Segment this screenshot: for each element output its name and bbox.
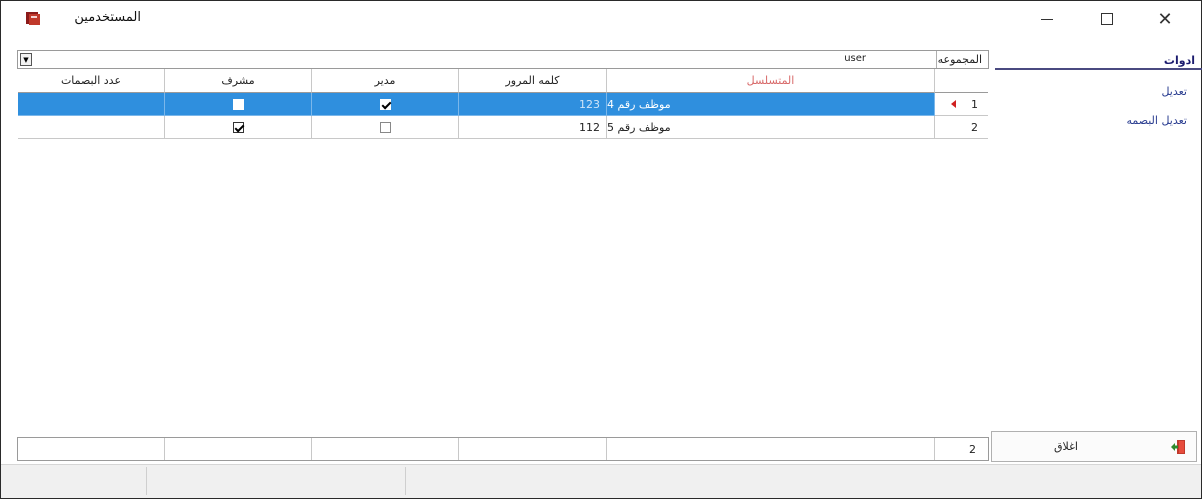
tools-tab-label: ادوات [1163, 54, 1195, 67]
maximize-icon [1101, 13, 1113, 25]
footer-cell [607, 438, 935, 460]
header-password[interactable]: كلمه المرور [459, 69, 607, 93]
grid-header-row: عدد البصمات مشرف مدير كلمه المرور المتسل… [18, 69, 988, 93]
footer-cell [312, 438, 459, 460]
footer-cell [165, 438, 312, 460]
supervisor-checkbox[interactable] [232, 121, 244, 133]
header-manager[interactable]: مدير [312, 69, 459, 93]
close-button-label: اغلاق [1054, 440, 1078, 453]
status-divider [146, 467, 147, 495]
manager-checkbox[interactable] [379, 121, 391, 133]
fingerprint-count-cell[interactable] [18, 93, 165, 116]
group-label: المجموعه [937, 53, 982, 66]
password-cell[interactable]: 123 [459, 93, 607, 116]
exit-door-icon [1171, 440, 1185, 454]
chevron-down-icon: ▼ [23, 55, 29, 64]
table-row[interactable]: 123 موظف رقم 4 1 [18, 93, 988, 116]
supervisor-cell[interactable] [165, 116, 312, 139]
app-icon [26, 12, 40, 25]
maximize-button[interactable] [1084, 1, 1130, 37]
header-row-number [935, 69, 988, 93]
window-title: المستخدمين [74, 10, 141, 25]
serial-cell[interactable]: موظف رقم 4 [607, 93, 935, 116]
header-supervisor[interactable]: مشرف [165, 69, 312, 93]
tools-tab[interactable]: ادوات [995, 53, 1202, 70]
password-cell[interactable]: 112 [459, 116, 607, 139]
current-row-arrow-icon [951, 100, 956, 108]
grid-footer: 2 [17, 437, 989, 461]
status-bar [1, 464, 1201, 498]
row-number: 1 [971, 97, 978, 111]
group-filter: ▼ user المجموعه [17, 50, 989, 69]
group-dropdown-button[interactable]: ▼ [20, 53, 32, 66]
record-count: 2 [969, 442, 976, 456]
users-window: المستخدمين ✕ ادوات تعديل تعديل البصمه ▼ … [0, 0, 1202, 499]
tools-tab-underline [995, 68, 1202, 70]
edit-link[interactable]: تعديل [1161, 85, 1187, 98]
status-divider [405, 467, 406, 495]
footer-cell [459, 438, 607, 460]
close-window-button[interactable]: ✕ [1142, 1, 1188, 37]
manager-checkbox[interactable] [379, 98, 391, 110]
edit-fingerprint-link[interactable]: تعديل البصمه [1126, 114, 1187, 127]
minimize-icon [1041, 18, 1053, 20]
row-number: 2 [971, 120, 978, 134]
group-value[interactable]: user [844, 53, 866, 64]
row-number-cell: 1 [935, 93, 988, 116]
header-serial[interactable]: المتسلسل [607, 69, 935, 93]
minimize-button[interactable] [1024, 1, 1070, 37]
footer-cell [18, 438, 165, 460]
serial-cell[interactable]: موظف رقم 5 [607, 116, 935, 139]
manager-cell[interactable] [312, 116, 459, 139]
header-fingerprint-count[interactable]: عدد البصمات [18, 69, 165, 93]
fingerprint-count-cell[interactable] [18, 116, 165, 139]
title-bar[interactable]: المستخدمين ✕ [1, 1, 1201, 37]
close-icon: ✕ [1157, 8, 1173, 30]
row-number-cell: 2 [935, 116, 988, 139]
table-row[interactable]: 112 موظف رقم 5 2 [18, 116, 988, 139]
close-button[interactable]: اغلاق [991, 431, 1197, 462]
supervisor-checkbox[interactable] [232, 98, 244, 110]
manager-cell[interactable] [312, 93, 459, 116]
supervisor-cell[interactable] [165, 93, 312, 116]
